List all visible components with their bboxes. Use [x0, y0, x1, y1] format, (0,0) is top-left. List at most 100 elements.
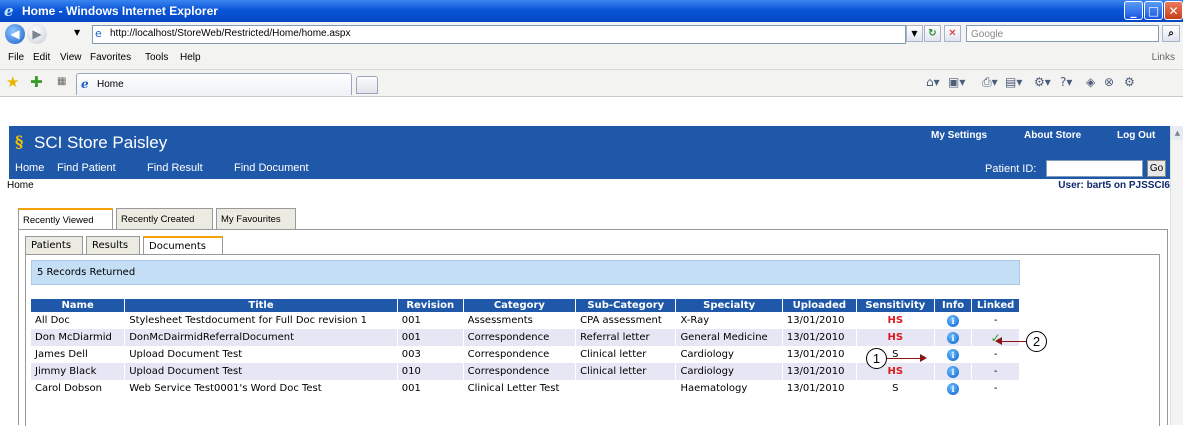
- menu-edit[interactable]: Edit: [33, 52, 50, 63]
- cell-name[interactable]: Don McDiarmid: [31, 329, 126, 346]
- page-scrollbar[interactable]: ▲: [1170, 126, 1183, 425]
- callout-2: 2: [1026, 331, 1047, 352]
- log-out-link[interactable]: Log Out: [1117, 130, 1155, 141]
- cell-specialty: General Medicine: [675, 329, 783, 346]
- block-icon[interactable]: ⊗: [1104, 75, 1114, 89]
- feeds-icon[interactable]: ▣▾: [948, 75, 965, 89]
- col-specialty[interactable]: Specialty: [675, 299, 783, 312]
- cell-name[interactable]: All Doc: [31, 312, 126, 329]
- cell-category: Assessments: [463, 312, 577, 329]
- menu-tools[interactable]: Tools: [145, 52, 168, 63]
- cell-category: Correspondence: [463, 329, 577, 346]
- search-input[interactable]: Google: [966, 25, 1159, 42]
- cell-name[interactable]: Carol Dobson: [31, 380, 126, 397]
- menu-file[interactable]: File: [8, 52, 24, 63]
- cell-sensitivity: HS: [856, 329, 935, 346]
- forward-button[interactable]: ▶: [27, 24, 47, 44]
- nav-find-document[interactable]: Find Document: [234, 162, 309, 174]
- cell-sensitivity: HS: [856, 312, 935, 329]
- close-window-button[interactable]: ✕: [1164, 1, 1183, 20]
- minimize-button[interactable]: _: [1124, 1, 1143, 20]
- info-icon[interactable]: i: [947, 382, 960, 395]
- scroll-up-arrow-icon[interactable]: ▲: [1171, 126, 1183, 140]
- tab-bar: ★ ✚ ▦ e Home ⌂▾ ▣▾ ⎙▾ ▤▾ ⚙▾ ?▾ ◈ ⊗ ⚙: [0, 70, 1183, 97]
- tab-recently-created[interactable]: Recently Created: [116, 208, 213, 229]
- url-input[interactable]: e http://localhost/StoreWeb/Restricted/H…: [92, 25, 906, 44]
- window-titlebar: e Home - Windows Internet Explorer _ □ ✕: [0, 0, 1183, 22]
- tab-recently-viewed[interactable]: Recently Viewed: [18, 208, 113, 230]
- callout-1: 1: [866, 348, 887, 369]
- cell-subcategory: Referral letter: [575, 329, 677, 346]
- favorites-center-icon[interactable]: ★: [6, 74, 19, 90]
- menu-favorites[interactable]: Favorites: [90, 52, 131, 63]
- breadcrumb[interactable]: Home: [7, 180, 34, 191]
- cell-linked: -: [971, 363, 1020, 380]
- cell-info: i: [934, 346, 973, 363]
- patient-id-input[interactable]: [1046, 160, 1143, 177]
- home-icon[interactable]: ⌂▾: [926, 75, 940, 89]
- quick-tabs-icon[interactable]: ▦: [57, 76, 66, 87]
- cell-title[interactable]: Upload Document Test: [124, 363, 398, 380]
- recent-pages-dropdown-icon[interactable]: ▼: [74, 28, 80, 37]
- add-favorites-icon[interactable]: ✚: [30, 74, 43, 90]
- col-uploaded[interactable]: Uploaded: [782, 299, 857, 312]
- go-button[interactable]: Go: [1147, 160, 1166, 177]
- col-revision[interactable]: Revision: [397, 299, 464, 312]
- info-icon[interactable]: i: [947, 314, 960, 327]
- cell-specialty: Haematology: [675, 380, 783, 397]
- cell-title[interactable]: Web Service Test0001's Word Doc Test: [124, 380, 398, 397]
- web-page: § SCI Store Paisley My Settings About St…: [7, 126, 1170, 426]
- links-toolbar[interactable]: Links: [1152, 52, 1175, 63]
- table-row[interactable]: All Doc Stylesheet Testdocument for Full…: [31, 312, 1020, 329]
- cell-title[interactable]: Stylesheet Testdocument for Full Doc rev…: [124, 312, 398, 329]
- info-icon[interactable]: i: [947, 365, 960, 378]
- table-row[interactable]: Don McDiarmid DonMcDairmidReferralDocume…: [31, 329, 1020, 346]
- nav-home[interactable]: Home: [15, 162, 44, 174]
- my-settings-link[interactable]: My Settings: [931, 130, 987, 141]
- tab-documents[interactable]: Documents: [143, 236, 223, 254]
- refresh-button[interactable]: ↻: [924, 25, 941, 42]
- tab-patients[interactable]: Patients: [25, 236, 83, 254]
- info-icon[interactable]: i: [947, 331, 960, 344]
- page-menu-icon[interactable]: ▤▾: [1005, 75, 1022, 89]
- col-category[interactable]: Category: [463, 299, 577, 312]
- tools-menu-icon[interactable]: ⚙▾: [1034, 75, 1051, 89]
- col-sensitivity[interactable]: Sensitivity: [856, 299, 935, 312]
- extra-tool-icon[interactable]: ⚙: [1124, 75, 1135, 89]
- nav-find-result[interactable]: Find Result: [147, 162, 203, 174]
- cell-name[interactable]: James Dell: [31, 346, 126, 363]
- cell-title[interactable]: Upload Document Test: [124, 346, 398, 363]
- cell-title[interactable]: DonMcDairmidReferralDocument: [124, 329, 398, 346]
- callout-2-arrowhead-icon: [995, 337, 1002, 345]
- cell-uploaded: 13/01/2010: [782, 329, 857, 346]
- nav-find-patient[interactable]: Find Patient: [57, 162, 116, 174]
- research-icon[interactable]: ◈: [1086, 75, 1095, 89]
- app-header: § SCI Store Paisley My Settings About St…: [9, 126, 1170, 159]
- search-icon[interactable]: ⌕: [1162, 25, 1180, 42]
- table-row[interactable]: Carol Dobson Web Service Test0001's Word…: [31, 380, 1020, 397]
- col-name[interactable]: Name: [31, 299, 126, 312]
- tab-results[interactable]: Results: [86, 236, 140, 254]
- cell-info: i: [934, 312, 973, 329]
- app-name: SCI Store Paisley: [34, 133, 168, 152]
- col-subcategory[interactable]: Sub-Category: [575, 299, 677, 312]
- browser-tab-home[interactable]: e Home: [76, 73, 352, 95]
- col-title[interactable]: Title: [124, 299, 398, 312]
- menu-help[interactable]: Help: [180, 52, 201, 63]
- stop-button[interactable]: ✕: [944, 25, 961, 42]
- menu-view[interactable]: View: [60, 52, 82, 63]
- callout-2-arrow: [1002, 341, 1026, 342]
- help-menu-icon[interactable]: ?▾: [1060, 75, 1072, 89]
- maximize-button[interactable]: □: [1144, 1, 1163, 20]
- tab-my-favourites[interactable]: My Favourites: [216, 208, 296, 229]
- cell-name[interactable]: Jimmy Black: [31, 363, 126, 380]
- menu-bar: File Edit View Favorites Tools Help Link…: [0, 47, 1183, 70]
- back-button[interactable]: ◀: [5, 24, 25, 44]
- browser-tab-label: Home: [97, 79, 124, 90]
- new-tab-button[interactable]: [356, 76, 378, 94]
- cell-info: i: [934, 380, 973, 397]
- url-dropdown-button[interactable]: ▼: [906, 25, 923, 42]
- info-icon[interactable]: i: [947, 348, 960, 361]
- about-store-link[interactable]: About Store: [1024, 130, 1081, 141]
- print-icon[interactable]: ⎙▾: [982, 75, 998, 90]
